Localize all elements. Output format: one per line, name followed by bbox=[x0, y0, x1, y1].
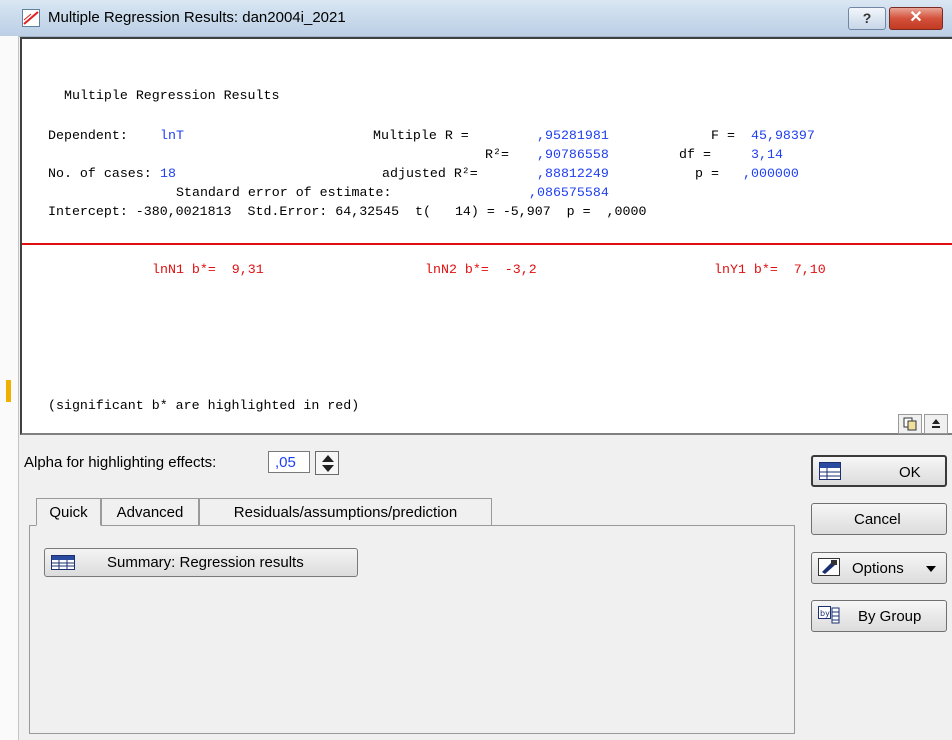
regression-app-icon bbox=[22, 9, 40, 27]
cancel-button[interactable]: Cancel bbox=[811, 503, 947, 535]
multiple-r-label: Multiple R = bbox=[373, 128, 469, 143]
coefficient-lnN1: lnN1 b*= 9,31 bbox=[152, 262, 264, 277]
by-group-button[interactable]: by By Group bbox=[811, 600, 947, 632]
alpha-spinner[interactable] bbox=[315, 451, 339, 475]
expand-icon[interactable] bbox=[924, 414, 948, 434]
copy-icon[interactable] bbox=[898, 414, 922, 434]
coefficient-lnY1: lnY1 b*= 7,10 bbox=[714, 262, 826, 277]
f-value: 45,98397 bbox=[751, 128, 815, 143]
df-value: 3,14 bbox=[751, 147, 783, 162]
std-error-estimate-value: ,086575584 bbox=[529, 185, 609, 200]
cancel-label: Cancel bbox=[854, 511, 901, 528]
intercept-line: Intercept: -380,0021813 Std.Error: 64,32… bbox=[48, 204, 647, 219]
spin-up-icon[interactable] bbox=[322, 455, 334, 462]
dependent-value: lnT bbox=[160, 128, 184, 143]
tab-quick[interactable]: Quick bbox=[36, 498, 101, 526]
left-edge-marker bbox=[6, 380, 11, 402]
svg-text:by: by bbox=[820, 609, 830, 618]
coefficient-lnN2: lnN2 b*= -3,2 bbox=[425, 262, 537, 277]
alpha-label: Alpha for highlighting effects: bbox=[24, 454, 217, 471]
f-label: F = bbox=[711, 128, 735, 143]
summary-table-icon bbox=[51, 555, 75, 570]
p-value: ,000000 bbox=[743, 166, 799, 181]
ok-label: OK bbox=[899, 464, 921, 481]
chevron-down-icon bbox=[926, 566, 936, 572]
adjusted-r-squared-label: adjusted R²= bbox=[382, 166, 478, 181]
r-squared-label: R²= bbox=[485, 147, 509, 162]
alpha-input[interactable]: ,05 bbox=[268, 451, 310, 473]
results-heading: Multiple Regression Results bbox=[64, 88, 280, 103]
tab-residuals[interactable]: Residuals/assumptions/prediction bbox=[199, 498, 492, 526]
df-label: df = bbox=[679, 147, 711, 162]
summary-button-label: Summary: Regression results bbox=[107, 554, 304, 571]
options-button[interactable]: Options bbox=[811, 552, 947, 584]
ok-table-icon bbox=[819, 462, 841, 480]
adjusted-r-squared-value: ,88812249 bbox=[537, 166, 609, 181]
r-squared-value: ,90786558 bbox=[537, 147, 609, 162]
close-button[interactable]: ✕ bbox=[889, 7, 943, 30]
options-label: Options bbox=[852, 560, 904, 577]
by-group-icon: by bbox=[818, 606, 840, 624]
std-error-estimate-label: Standard error of estimate: bbox=[176, 185, 392, 200]
tab-advanced[interactable]: Advanced bbox=[101, 498, 199, 526]
significance-footnote: (significant b* are highlighted in red) bbox=[48, 398, 360, 413]
options-icon bbox=[818, 558, 840, 576]
p-label: p = bbox=[695, 166, 719, 181]
spin-down-icon[interactable] bbox=[322, 465, 334, 472]
multiple-r-value: ,95281981 bbox=[537, 128, 609, 143]
dependent-label: Dependent: bbox=[48, 128, 128, 143]
cases-value: 18 bbox=[160, 166, 176, 181]
coefficients-divider bbox=[22, 243, 952, 245]
ok-button[interactable]: OK bbox=[811, 455, 947, 487]
cases-label: No. of cases: bbox=[48, 166, 152, 181]
summary-regression-button[interactable]: Summary: Regression results bbox=[44, 548, 358, 577]
help-button[interactable]: ? bbox=[848, 7, 886, 30]
window-title: Multiple Regression Results: dan2004i_20… bbox=[48, 9, 346, 26]
by-group-label: By Group bbox=[858, 608, 922, 625]
